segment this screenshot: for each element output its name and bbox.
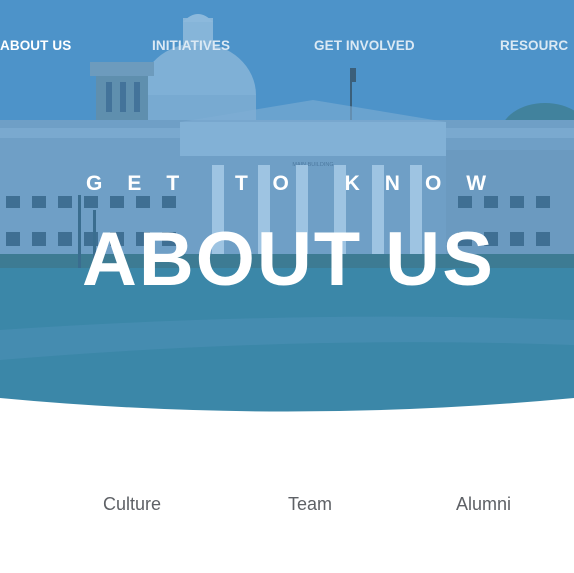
nav-item-resources[interactable]: RESOURC [500, 38, 568, 53]
nav-item-initiatives[interactable]: INITIATIVES [152, 38, 230, 53]
nav-item-get-involved[interactable]: GET INVOLVED [314, 38, 415, 53]
page-title: ABOUT US [82, 217, 495, 302]
hero-kicker: GET TO KNOW [86, 172, 512, 195]
tab-culture[interactable]: Culture [103, 494, 161, 515]
hero-banner: MAIN BUILDING ABOUT US INITIATIVES GET I… [0, 0, 574, 430]
nav-item-about-us[interactable]: ABOUT US [0, 38, 71, 53]
top-nav: ABOUT US INITIATIVES GET INVOLVED RESOUR… [0, 38, 574, 58]
building-photo: MAIN BUILDING [0, 0, 574, 430]
section-tabs: Culture Team Alumni [0, 494, 574, 520]
tab-alumni[interactable]: Alumni [456, 494, 511, 515]
tab-team[interactable]: Team [288, 494, 332, 515]
